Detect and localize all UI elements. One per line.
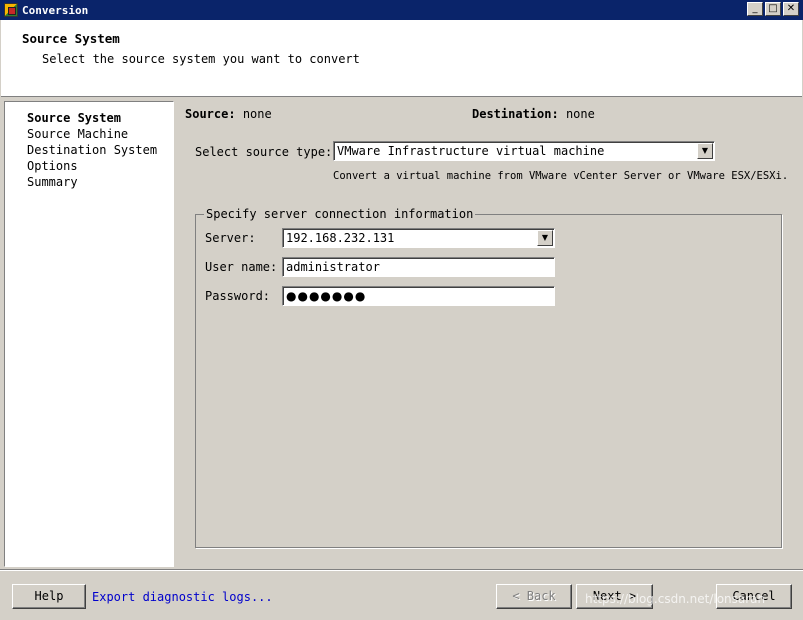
watermark: https://blog.csdn.net/lonsarah bbox=[585, 592, 766, 606]
page-title: Source System bbox=[22, 31, 120, 46]
wizard-header: Source System Select the source system y… bbox=[1, 20, 802, 97]
server-label: Server: bbox=[205, 231, 256, 245]
footer-divider bbox=[0, 569, 803, 571]
server-select[interactable]: 192.168.232.131 ▼ bbox=[282, 228, 555, 248]
step-source-machine[interactable]: Source Machine bbox=[27, 126, 173, 142]
destination-label: Destination: bbox=[472, 107, 559, 121]
step-destination-system[interactable]: Destination System bbox=[27, 142, 173, 158]
password-input[interactable]: ●●●●●●● bbox=[282, 286, 555, 306]
username-label: User name: bbox=[205, 260, 278, 274]
password-label: Password: bbox=[205, 289, 271, 303]
source-summary: Source: none bbox=[185, 107, 272, 121]
minimize-button[interactable]: _ bbox=[747, 2, 763, 16]
destination-summary: Destination: none bbox=[472, 107, 595, 121]
source-label: Source: bbox=[185, 107, 236, 121]
source-type-select[interactable]: VMware Infrastructure virtual machine ▼ bbox=[333, 141, 715, 161]
step-summary[interactable]: Summary bbox=[27, 174, 173, 190]
server-connection-group: Specify server connection information Se… bbox=[195, 207, 782, 548]
close-button[interactable]: ✕ bbox=[783, 2, 799, 16]
destination-value: none bbox=[565, 107, 595, 121]
main-panel: Source: none Destination: none Select so… bbox=[174, 98, 803, 568]
wizard-step-list: Source System Source Machine Destination… bbox=[4, 101, 174, 567]
vmware-converter-icon bbox=[4, 3, 18, 17]
chevron-down-icon[interactable]: ▼ bbox=[697, 143, 713, 159]
source-value: none bbox=[242, 107, 272, 121]
group-title: Specify server connection information bbox=[204, 207, 476, 221]
help-button[interactable]: Help bbox=[12, 584, 86, 609]
title-bar: Conversion _ □ ✕ bbox=[0, 0, 803, 20]
maximize-button[interactable]: □ bbox=[765, 2, 781, 16]
window-controls: _ □ ✕ bbox=[747, 2, 799, 16]
server-value: 192.168.232.131 bbox=[286, 231, 395, 245]
source-type-label: Select source type: bbox=[195, 145, 333, 159]
export-logs-link[interactable]: Export diagnostic logs... bbox=[92, 590, 273, 604]
chevron-down-icon[interactable]: ▼ bbox=[537, 230, 553, 246]
step-source-system[interactable]: Source System bbox=[27, 110, 173, 126]
window-title: Conversion bbox=[22, 3, 89, 17]
step-options[interactable]: Options bbox=[27, 158, 173, 174]
page-subtitle: Select the source system you want to con… bbox=[42, 52, 360, 66]
source-type-value: VMware Infrastructure virtual machine bbox=[337, 144, 605, 158]
back-button[interactable]: < Back bbox=[496, 584, 572, 609]
username-input[interactable]: administrator bbox=[282, 257, 555, 277]
source-type-description: Convert a virtual machine from VMware vC… bbox=[333, 170, 789, 182]
